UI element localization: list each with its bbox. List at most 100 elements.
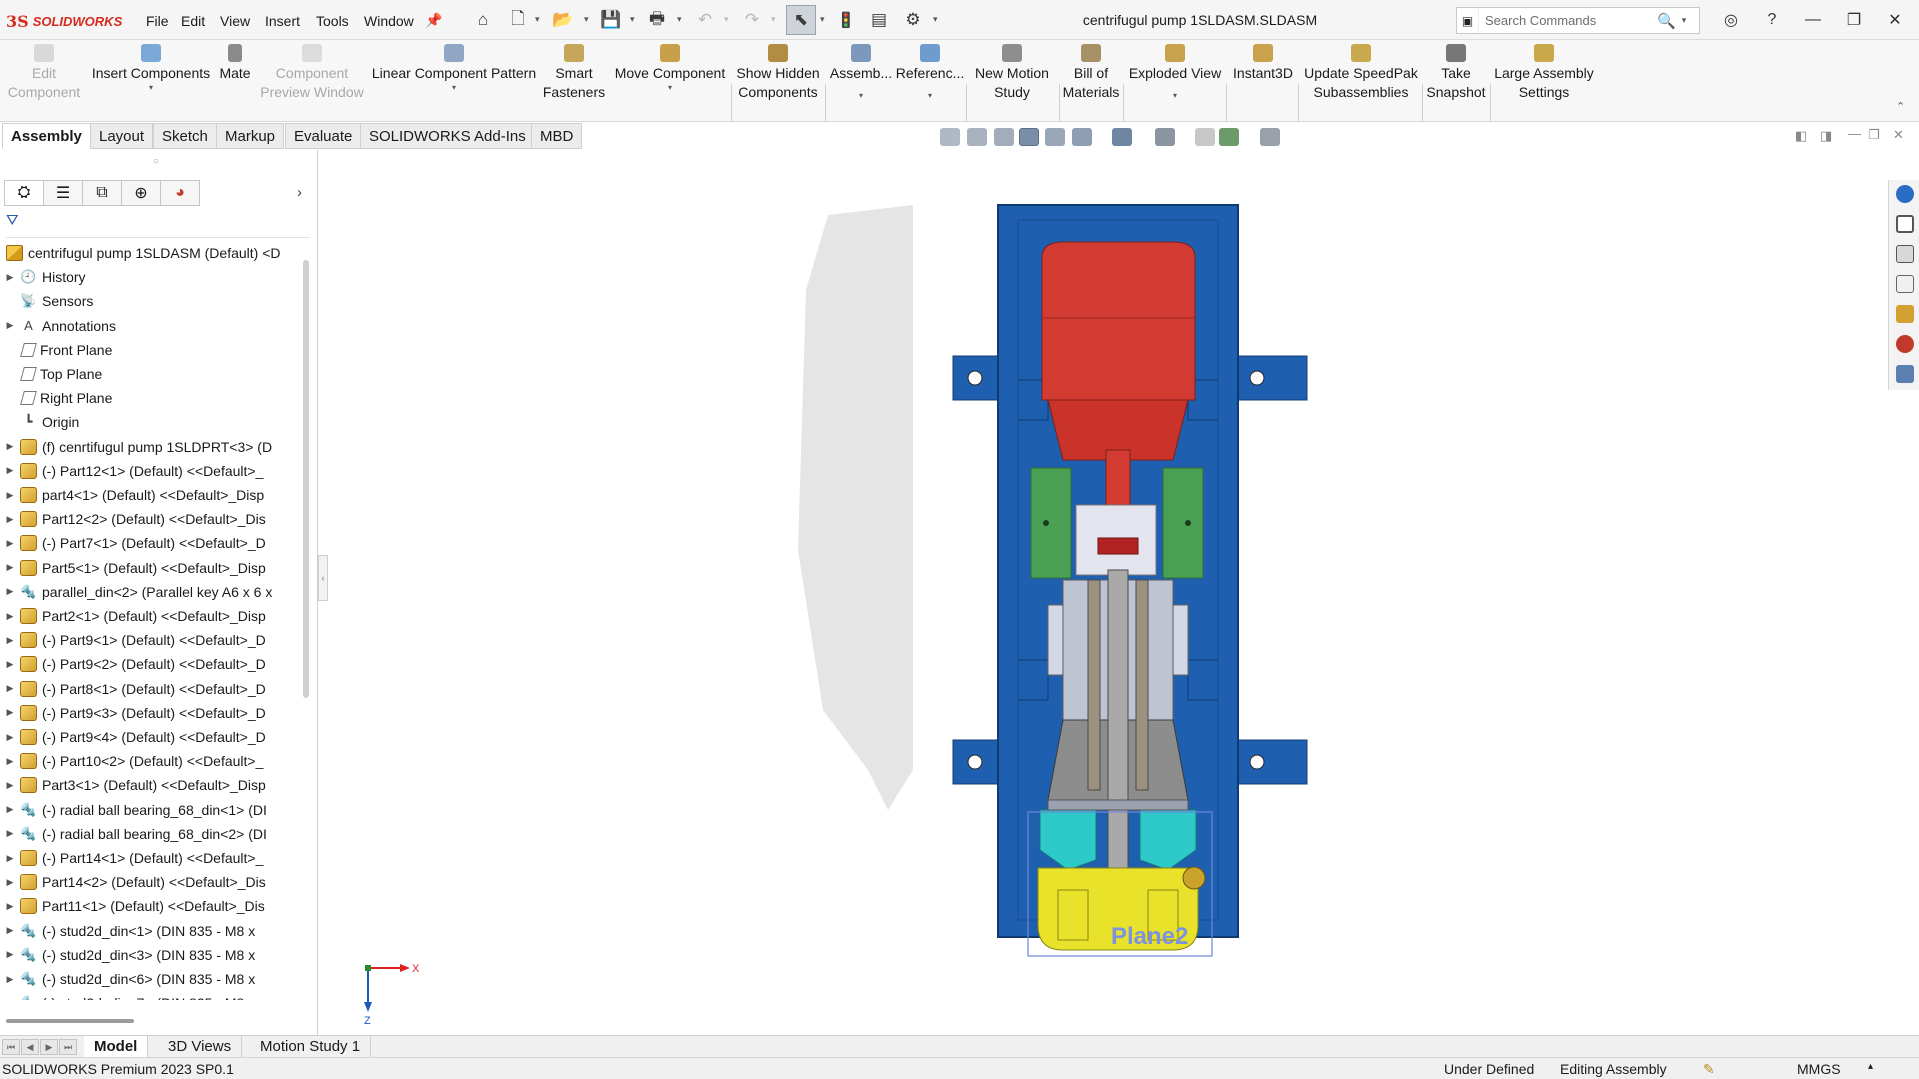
expand-arrow-icon[interactable]: ▶ [0, 877, 20, 888]
view-orientation-icon[interactable] [1072, 128, 1092, 146]
viewport-close-icon[interactable]: ✕ [1893, 127, 1904, 143]
tree-item[interactable]: ▶ 🔩 (-) stud2d_din<1> (DIN 835 - M8 x [0, 920, 296, 942]
search-dropdown-icon[interactable]: ▾ [1682, 15, 1687, 26]
search-input[interactable] [1485, 9, 1655, 32]
tree-item[interactable]: ▶ Part3<1> (Default) <<Default>_Disp [0, 774, 296, 796]
tree-item[interactable]: ▶ 🔩 (-) radial ball bearing_68_din<1> (DI [0, 799, 296, 821]
edit-component-button[interactable]: Edit Component [6, 44, 82, 102]
expand-arrow-icon[interactable]: ▶ [0, 611, 20, 622]
tree-item[interactable]: ▶ (-) Part8<1> (Default) <<Default>_D [0, 678, 296, 700]
tab-layout[interactable]: Layout [90, 123, 154, 149]
prev-tab-icon[interactable]: ◀ [21, 1039, 39, 1055]
expand-arrow-icon[interactable]: ▶ [0, 707, 20, 718]
user-account-icon[interactable]: ◎ [1714, 8, 1748, 32]
assembly-features-button[interactable]: Assemb... ▾ [828, 44, 894, 101]
first-tab-icon[interactable]: ⏮ [2, 1039, 20, 1055]
expand-arrow-icon[interactable]: ▶ [0, 514, 20, 525]
tab-markup[interactable]: Markup [216, 123, 285, 149]
mate-button[interactable]: Mate [214, 44, 256, 83]
tree-root[interactable]: centrifugul pump 1SLDASM (Default) <D [0, 242, 296, 264]
display-style-icon[interactable] [1112, 128, 1132, 146]
minimize-icon[interactable]: — [1796, 8, 1830, 32]
design-library-icon[interactable] [1896, 245, 1914, 263]
options-gear-icon[interactable]: ⚙ [902, 9, 924, 31]
expand-arrow-icon[interactable]: ▶ [0, 465, 20, 476]
menu-insert[interactable]: Insert [265, 13, 300, 29]
tree-item[interactable]: ▶ Part11<1> (Default) <<Default>_Dis [0, 895, 296, 917]
panel-splitter[interactable]: ‹ [318, 555, 328, 601]
reference-geometry-button[interactable]: Referenc... ▾ [896, 44, 964, 101]
chevron-down-icon[interactable]: ▾ [149, 83, 153, 93]
last-tab-icon[interactable]: ⏭ [59, 1039, 77, 1055]
home-icon[interactable]: ⌂ [472, 9, 494, 31]
search-commands[interactable]: ▣ 🔍 ▾ [1456, 7, 1700, 34]
tree-item[interactable]: ▶ 🔩 parallel_din<2> (Parallel key A6 x 6 x [0, 581, 296, 603]
pin-icon[interactable]: 📌 [423, 9, 445, 31]
rebuild-status-icon[interactable]: ✎ [1703, 1061, 1715, 1078]
tree-item[interactable]: ▶ 🔩 (-) radial ball bearing_68_din<2> (DI [0, 823, 296, 845]
tab-sketch[interactable]: Sketch [153, 123, 217, 149]
tree-item[interactable]: ▶ Part2<1> (Default) <<Default>_Disp [0, 605, 296, 627]
component-preview-window-button[interactable]: Component Preview Window [258, 44, 366, 102]
show-hidden-components-button[interactable]: Show Hidden Components [735, 44, 821, 102]
custom-properties-icon[interactable] [1896, 365, 1914, 383]
new-motion-study-button[interactable]: New Motion Study [968, 44, 1056, 102]
view-palette-icon[interactable] [1896, 305, 1914, 323]
dynamic-annotation-icon[interactable] [1045, 128, 1065, 146]
tab-mbd[interactable]: MBD [531, 123, 583, 149]
tab-solidworks-addins[interactable]: SOLIDWORKS Add-Ins [360, 123, 535, 149]
select-dropdown-icon[interactable]: ▾ [820, 14, 825, 25]
featuremanager-tab-icon[interactable]: ⛭ [4, 180, 44, 206]
help-icon[interactable]: ? [1755, 8, 1789, 32]
chevron-down-icon[interactable]: ▾ [452, 83, 456, 93]
tree-item[interactable]: Right Plane [0, 387, 296, 409]
open-icon[interactable]: 📂 [552, 9, 574, 31]
menu-view[interactable]: View [220, 13, 250, 29]
expand-arrow-icon[interactable]: ▶ [0, 441, 20, 452]
configurationmanager-tab-icon[interactable]: ⧉ [82, 180, 122, 206]
home-icon[interactable] [1896, 215, 1914, 233]
view-settings-icon[interactable] [1260, 128, 1280, 146]
tree-item[interactable]: ▶ 🕘 History [0, 266, 296, 288]
tree-item[interactable]: 📡 Sensors [0, 290, 296, 312]
tree-item[interactable]: ▶ (-) Part9<4> (Default) <<Default>_D [0, 726, 296, 748]
undo-icon[interactable]: ↶ [694, 9, 716, 31]
pump-model-section[interactable]: Plane2 X Z [328, 150, 1888, 1035]
take-snapshot-button[interactable]: Take Snapshot [1424, 44, 1488, 102]
options-dropdown-icon[interactable]: ▾ [933, 14, 938, 25]
tab-3d-views[interactable]: 3D Views [158, 1036, 243, 1057]
next-tab-icon[interactable]: ▶ [40, 1039, 58, 1055]
expand-arrow-icon[interactable]: ▶ [0, 853, 20, 864]
filter-icon[interactable]: ⛛ [6, 212, 19, 229]
apply-scene-icon[interactable] [1219, 128, 1239, 146]
tile-left-icon[interactable]: ◧ [1795, 128, 1807, 144]
menu-window[interactable]: Window [364, 13, 414, 29]
tree-item[interactable]: ▶ 🔩 (-) stud2d_din<6> (DIN 835 - M8 x [0, 968, 296, 990]
file-explorer-icon[interactable] [1896, 275, 1914, 293]
tree-item[interactable]: Top Plane [0, 363, 296, 385]
expand-arrow-icon[interactable]: ▶ [0, 925, 20, 936]
tab-motion-study-1[interactable]: Motion Study 1 [250, 1036, 372, 1057]
displaymanager-tab-icon[interactable]: ◕ [160, 180, 200, 206]
smart-fasteners-button[interactable]: Smart Fasteners [536, 44, 612, 102]
propertymanager-tab-icon[interactable]: ☰ [43, 180, 83, 206]
expand-arrow-icon[interactable]: ▶ [0, 659, 20, 670]
expand-arrow-icon[interactable]: ▶ [0, 804, 20, 815]
expand-arrow-icon[interactable]: ▶ [0, 756, 20, 767]
close-icon[interactable]: ✕ [1878, 8, 1912, 32]
redo-icon[interactable]: ↷ [741, 9, 763, 31]
tree-item[interactable]: ▶ Part14<2> (Default) <<Default>_Dis [0, 871, 296, 893]
tree-item[interactable]: ▶ (-) Part9<2> (Default) <<Default>_D [0, 653, 296, 675]
open-dropdown-icon[interactable]: ▾ [584, 14, 589, 25]
tree-item[interactable]: ▶ Part12<2> (Default) <<Default>_Dis [0, 508, 296, 530]
expand-arrow-icon[interactable]: ▶ [0, 635, 20, 646]
chevron-down-icon[interactable]: ▾ [928, 91, 932, 101]
expand-arrow-icon[interactable]: ▶ [0, 901, 20, 912]
tree-item[interactable]: ▶ (-) Part7<1> (Default) <<Default>_D [0, 532, 296, 554]
file-properties-icon[interactable]: ▤ [868, 9, 890, 31]
tab-assembly[interactable]: Assembly [2, 123, 91, 149]
dimxpert-tab-icon[interactable]: ⊕ [121, 180, 161, 206]
rebuild-icon[interactable]: 🚦 [835, 9, 857, 31]
select-icon[interactable]: ⬉ [786, 5, 816, 35]
tree-item[interactable]: ▶ (-) Part12<1> (Default) <<Default>_ [0, 460, 296, 482]
